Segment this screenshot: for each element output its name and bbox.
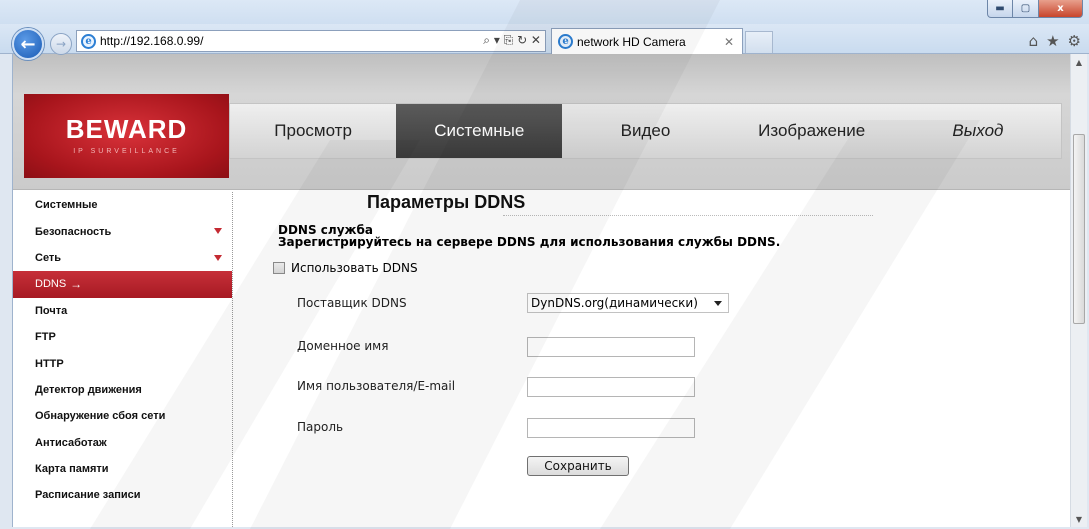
save-button[interactable]: Сохранить (527, 456, 629, 476)
page-scrollbar[interactable]: ▲ ▼ (1070, 54, 1087, 527)
sidebar-item-system[interactable]: Системные (13, 192, 232, 218)
page-viewport: BEWARD IP SURVEILLANCE Просмотр Системны… (12, 54, 1070, 527)
menu-system[interactable]: Системные (396, 104, 563, 158)
sidebar: Системные Безопасность Сеть DDNS → Почта … (13, 192, 233, 527)
sidebar-item-motion-detector[interactable]: Детектор движения (13, 377, 232, 403)
forward-button[interactable]: → (50, 33, 72, 55)
tab-close-icon[interactable]: ✕ (724, 35, 734, 49)
provider-select[interactable]: DynDNS.org(динамически) (527, 293, 729, 313)
use-ddns-row: Использовать DDNS (273, 261, 418, 275)
menu-video[interactable]: Видео (562, 104, 728, 158)
provider-label: Поставщик DDNS (297, 296, 407, 310)
sidebar-item-label: Обнаружение сбоя сети (35, 410, 166, 423)
sidebar-item-antisabotage[interactable]: Антисаботаж (13, 430, 232, 456)
active-arrow-icon: → (70, 277, 83, 292)
tab-title: network HD Camera (577, 34, 686, 49)
minimize-button[interactable]: ▬ (987, 0, 1013, 18)
title-divider (503, 215, 873, 216)
sidebar-item-ftp[interactable]: FTP (13, 324, 232, 350)
logo-subtitle: IP SURVEILLANCE (73, 148, 180, 155)
maximize-button[interactable]: ▢ (1013, 0, 1039, 18)
sidebar-item-label: HTTP (35, 357, 64, 370)
sidebar-item-security[interactable]: Безопасность (13, 218, 232, 244)
page-title: Параметры DDNS (367, 192, 526, 212)
service-description: Зарегистрируйтесь на сервере DDNS для ис… (278, 235, 781, 249)
username-label: Имя пользователя/E-mail (297, 379, 456, 393)
sidebar-item-network-failure[interactable]: Обнаружение сбоя сети (13, 403, 232, 429)
browser-tab[interactable]: e network HD Camera ✕ (551, 28, 743, 54)
provider-select-value: DynDNS.org(динамически) (531, 296, 698, 310)
browser-toolbar-icons: ⌂ ★ ⚙ (1029, 32, 1081, 50)
chevron-down-icon (714, 301, 722, 306)
window-titlebar: ▬ ▢ x (0, 0, 1089, 24)
settings-icon[interactable]: ⚙ (1068, 32, 1081, 50)
username-field[interactable] (527, 377, 695, 397)
tab-ie-icon: e (558, 34, 573, 49)
home-icon[interactable]: ⌂ (1029, 32, 1039, 50)
use-ddns-label: Использовать DDNS (291, 261, 418, 275)
back-arrow-icon: ← (20, 33, 36, 55)
forward-arrow-icon: → (55, 37, 67, 51)
domain-label: Доменное имя (297, 339, 389, 353)
password-field[interactable] (527, 418, 695, 438)
expand-arrow-icon (214, 228, 222, 235)
logo-text: BEWARD (65, 114, 188, 144)
scroll-up-icon[interactable]: ▲ (1071, 54, 1087, 70)
page-header: BEWARD IP SURVEILLANCE Просмотр Системны… (13, 54, 1070, 190)
use-ddns-checkbox[interactable] (273, 262, 285, 274)
sidebar-item-label: Сеть (35, 251, 62, 264)
sidebar-item-memory-card[interactable]: Карта памяти (13, 456, 232, 482)
scroll-thumb[interactable] (1073, 134, 1085, 324)
address-tools[interactable]: ⌕ ▾ ⎘ ↻ ✕ (483, 33, 541, 48)
sidebar-item-label: Безопасность (35, 225, 112, 238)
sidebar-item-http[interactable]: HTTP (13, 350, 232, 376)
sidebar-item-ddns[interactable]: DDNS → (13, 271, 232, 298)
sidebar-item-label: Детектор движения (35, 383, 142, 396)
back-button[interactable]: ← (12, 28, 44, 60)
address-bar[interactable]: e http://192.168.0.99/ ⌕ ▾ ⎘ ↻ ✕ (76, 30, 546, 52)
new-tab-button[interactable] (745, 31, 773, 53)
beward-logo: BEWARD IP SURVEILLANCE (24, 94, 229, 178)
sidebar-item-label: Системные (35, 199, 98, 212)
main-menu: Просмотр Системные Видео Изображение Вых… (229, 103, 1062, 159)
scroll-down-icon[interactable]: ▼ (1071, 511, 1087, 527)
sidebar-item-network[interactable]: Сеть (13, 245, 232, 271)
address-url[interactable]: http://192.168.0.99/ (100, 34, 203, 48)
sidebar-item-label: FTP (35, 331, 56, 344)
menu-image[interactable]: Изображение (729, 104, 895, 158)
menu-view[interactable]: Просмотр (230, 104, 396, 158)
menu-logout[interactable]: Выход (895, 104, 1061, 158)
sidebar-item-record-schedule[interactable]: Расписание записи (13, 482, 232, 508)
close-window-button[interactable]: x (1039, 0, 1083, 18)
sidebar-item-label: DDNS (35, 278, 67, 291)
password-label: Пароль (297, 420, 344, 434)
sidebar-item-label: Антисаботаж (35, 436, 107, 449)
sidebar-item-mail[interactable]: Почта (13, 298, 232, 324)
window-controls: ▬ ▢ x (987, 0, 1083, 20)
sidebar-item-label: Почта (35, 304, 68, 317)
sidebar-item-label: Карта памяти (35, 463, 109, 476)
domain-field[interactable] (527, 337, 695, 357)
ddns-settings-panel: Параметры DDNS DDNS служба Зарегистрируй… (249, 192, 1049, 527)
favorites-icon[interactable]: ★ (1046, 32, 1059, 50)
expand-arrow-icon (214, 254, 222, 261)
ie-page-icon: e (81, 33, 96, 49)
sidebar-item-label: Расписание записи (35, 489, 141, 502)
